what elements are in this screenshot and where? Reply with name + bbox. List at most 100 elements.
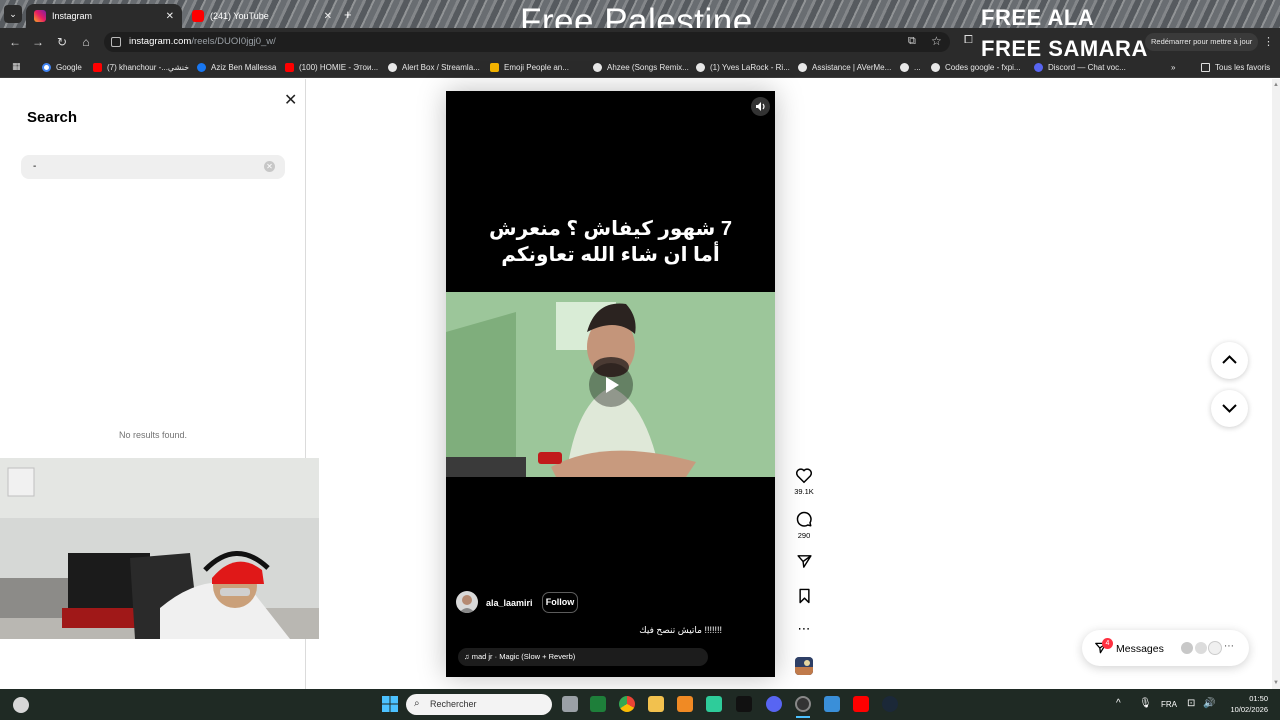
follow-button[interactable]: Follow — [542, 592, 578, 613]
tab-youtube[interactable]: (241) YouTube ✕ — [184, 4, 340, 28]
more-options-icon[interactable]: ⋯ — [793, 621, 815, 637]
obs-icon[interactable] — [795, 696, 811, 712]
bookmark-yves[interactable]: (1) Yves LaRock - Ri... — [696, 61, 790, 73]
bookmark-unnamed[interactable]: ... — [900, 61, 921, 73]
restart-to-update-button[interactable]: Redémarrer pour mettre à jour — [1145, 33, 1259, 51]
search-input-value: - — [33, 161, 37, 172]
bookmark-label: Assistance | AVerMe... — [812, 62, 892, 72]
bookmark-icon — [798, 588, 810, 604]
input-language[interactable]: FRA — [1161, 700, 1177, 709]
app-green-icon[interactable] — [706, 696, 722, 712]
app-dark-icon[interactable] — [736, 696, 752, 712]
share-button[interactable] — [793, 553, 815, 570]
url-path: /reels/DUOI0jgj0_w/ — [191, 36, 276, 47]
scroll-down-arrow-icon[interactable]: ▼ — [1273, 680, 1279, 686]
star-icon[interactable]: ☆ — [931, 34, 942, 48]
scroll-up-arrow-icon[interactable]: ▲ — [1273, 82, 1279, 88]
bookmark-label: Aziz Ben Mallessa — [211, 62, 277, 72]
username-link[interactable]: ala_laamiri — [486, 598, 533, 608]
app-a-icon[interactable] — [677, 696, 693, 712]
bookmark-google[interactable]: Google — [42, 61, 82, 73]
bookmarks-overflow-icon[interactable]: » — [1171, 61, 1175, 73]
new-tab-button[interactable]: + — [344, 7, 352, 22]
site-info-icon[interactable] — [111, 37, 121, 47]
tab-search-button[interactable]: ⌄ — [4, 5, 22, 23]
url-text[interactable]: instagram.com/reels/DUOI0jgj0_w/ — [129, 36, 276, 47]
bookmark-label: Google — [56, 62, 82, 72]
discord-icon[interactable] — [766, 696, 782, 712]
google-icon — [42, 62, 51, 72]
webcam-overlay — [0, 458, 319, 639]
no-results-message: No results found. — [118, 430, 188, 440]
page-scrollbar[interactable] — [1272, 79, 1280, 689]
taskbar-search-box[interactable] — [406, 694, 552, 715]
bookmark-alertbox[interactable]: Alert Box / Streamla... — [388, 61, 480, 73]
globe-icon — [593, 62, 602, 72]
install-app-icon[interactable]: ⧉ — [908, 35, 916, 48]
tab-instagram[interactable]: Instagram ✕ — [26, 4, 182, 28]
youtube-icon[interactable] — [853, 696, 869, 712]
terminal-app-icon[interactable] — [590, 696, 606, 712]
messages-label: Messages — [1116, 643, 1164, 655]
audio-track-label: mad jr · Magic (Slow + Reverb) — [471, 652, 576, 661]
bookmark-ahzee[interactable]: Ahzee (Songs Remix... — [593, 61, 689, 73]
previous-reel-button[interactable] — [1211, 342, 1248, 379]
bookmark-label: Ahzee (Songs Remix... — [607, 62, 689, 72]
network-icon[interactable]: ⊡ — [1187, 698, 1195, 709]
reload-icon[interactable]: ↻ — [55, 35, 69, 49]
home-icon[interactable]: ⌂ — [79, 35, 93, 49]
apps-grid-icon[interactable]: ▦ — [12, 61, 22, 71]
speaker-icon[interactable] — [751, 97, 770, 116]
back-arrow-icon[interactable]: ← — [8, 35, 22, 49]
all-bookmarks-folder[interactable]: Tous les favoris — [1201, 61, 1270, 73]
task-view-icon[interactable] — [562, 696, 578, 712]
bookmark-discord[interactable]: Discord — Chat voc... — [1034, 61, 1126, 73]
bookmark-label: Alert Box / Streamla... — [402, 62, 480, 72]
menu-kebab-icon[interactable]: ⋮ — [1263, 35, 1274, 48]
next-reel-button[interactable] — [1211, 390, 1248, 427]
file-explorer-icon[interactable] — [648, 696, 664, 712]
clock-time[interactable]: 01:50 — [1230, 694, 1268, 703]
avatar[interactable] — [456, 591, 478, 613]
windows-start-icon[interactable] — [382, 696, 398, 717]
comment-count: 290 — [797, 531, 811, 540]
active-app-indicator — [796, 716, 810, 718]
bookmark-khanchour[interactable]: (7) khanchour -...خنشي — [93, 61, 189, 73]
like-button[interactable]: 39.1K — [793, 467, 815, 496]
audio-thumbnail[interactable] — [795, 657, 813, 675]
reel-text-line-2: أما ان شاء الله تعاونكم — [501, 244, 720, 266]
audio-track-link[interactable]: ♫ mad jr · Magic (Slow + Reverb) — [458, 648, 708, 666]
like-count: 39.1K — [794, 487, 814, 496]
close-icon[interactable]: ✕ — [284, 90, 297, 110]
chevron-up-icon[interactable]: ^ — [1116, 698, 1121, 709]
bookmark-avermedia[interactable]: Assistance | AVerMe... — [798, 61, 891, 73]
volume-icon[interactable]: 🔊 — [1203, 698, 1215, 709]
tab-label: (241) YouTube — [210, 11, 269, 21]
comment-button[interactable]: 290 — [793, 510, 815, 540]
clear-search-icon[interactable]: ✕ — [264, 161, 275, 172]
messages-badge: 4 — [1102, 638, 1113, 649]
chevron-up-icon — [1222, 355, 1237, 364]
close-icon[interactable]: ✕ — [324, 11, 332, 22]
comment-icon — [796, 511, 812, 527]
clock-date[interactable]: 10/02/2026 — [1222, 705, 1268, 714]
bookmark-codes-google[interactable]: Codes google - fxpi... — [931, 61, 1021, 73]
search-title: Search — [27, 109, 78, 126]
microphone-icon[interactable]: 🎙 — [1139, 698, 1152, 709]
extensions-icon[interactable]: ⧠ — [964, 34, 973, 47]
photos-icon[interactable] — [824, 696, 840, 712]
play-icon[interactable] — [589, 363, 633, 407]
bookmark-aziz[interactable]: Aziz Ben Mallessa — [197, 61, 276, 73]
save-button[interactable] — [793, 588, 815, 604]
steam-icon[interactable] — [882, 696, 898, 712]
search-input[interactable] — [21, 155, 285, 179]
more-avatars-icon: ⋯ — [1224, 641, 1234, 652]
close-icon[interactable]: ✕ — [166, 11, 174, 22]
widgets-icon[interactable] — [13, 697, 29, 713]
bookmark-label: (100) HOMIE - Этои... — [299, 62, 379, 72]
bookmark-homie[interactable]: (100) HOMIE - Этои... — [285, 61, 378, 73]
bookmark-emoji[interactable]: Emoji People an... — [490, 61, 569, 73]
forward-arrow-icon[interactable]: → — [31, 35, 45, 49]
chrome-icon[interactable] — [619, 696, 635, 712]
music-note-icon: ♫ — [464, 652, 472, 661]
